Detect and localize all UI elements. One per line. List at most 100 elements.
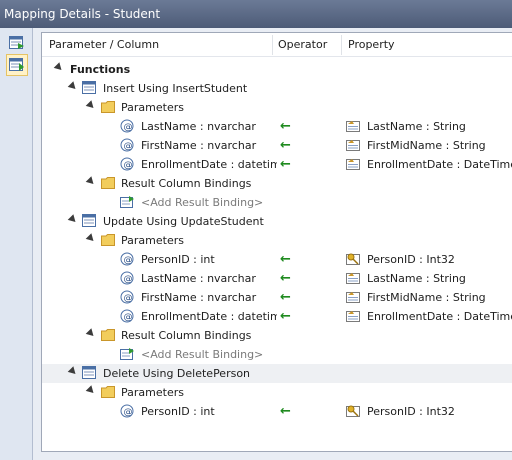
parameter-row[interactable]: @ FirstName : nvarchar ← FirstMidName : … bbox=[42, 288, 512, 307]
collapse-icon[interactable] bbox=[53, 62, 65, 73]
parameter-row[interactable]: @ FirstName : nvarchar ← FirstMidName : … bbox=[42, 136, 512, 155]
mapping-direction-arrow: ← bbox=[280, 157, 291, 172]
parameter-label: LastName : nvarchar bbox=[141, 272, 256, 285]
add-result-binding-placeholder[interactable]: <Add Result Binding> bbox=[141, 193, 263, 212]
parameter-icon: @ bbox=[120, 271, 134, 285]
parameter-label: EnrollmentDate : datetime bbox=[141, 158, 277, 171]
key-property-icon bbox=[346, 253, 360, 265]
collapse-icon[interactable] bbox=[67, 81, 79, 92]
function-node-update[interactable]: Update Using UpdateStudent bbox=[42, 212, 512, 231]
node-label: Update Using UpdateStudent bbox=[103, 215, 264, 228]
folder-icon bbox=[101, 386, 115, 398]
map-entity-to-tables-button[interactable] bbox=[6, 32, 28, 54]
parameter-row[interactable]: @ EnrollmentDate : datetime ← Enrollment… bbox=[42, 307, 512, 326]
property-label[interactable]: FirstMidName : String bbox=[367, 136, 486, 155]
parameter-icon: @ bbox=[120, 290, 134, 304]
result-bindings-node[interactable]: Result Column Bindings bbox=[42, 326, 512, 345]
mapping-direction-arrow: ← bbox=[280, 404, 291, 419]
property-icon bbox=[346, 273, 360, 284]
mapping-direction-arrow: ← bbox=[280, 271, 291, 286]
parameters-node[interactable]: Parameters bbox=[42, 231, 512, 250]
svg-text:@: @ bbox=[124, 123, 133, 133]
parameter-icon: @ bbox=[120, 404, 134, 418]
parameter-icon: @ bbox=[120, 309, 134, 323]
add-result-binding-row[interactable]: <Add Result Binding> bbox=[42, 345, 512, 364]
map-entity-to-functions-button[interactable] bbox=[6, 54, 28, 76]
collapse-icon[interactable] bbox=[85, 233, 97, 244]
column-header-parameter[interactable]: Parameter / Column bbox=[49, 33, 159, 57]
add-result-binding-row[interactable]: <Add Result Binding> bbox=[42, 193, 512, 212]
result-bindings-node[interactable]: Result Column Bindings bbox=[42, 174, 512, 193]
node-label: Delete Using DeletePerson bbox=[103, 367, 251, 380]
parameter-icon: @ bbox=[120, 119, 134, 133]
folder-icon bbox=[101, 329, 115, 341]
column-divider[interactable] bbox=[341, 35, 342, 55]
function-node-delete[interactable]: Delete Using DeletePerson bbox=[42, 364, 512, 383]
column-header-property[interactable]: Property bbox=[348, 33, 395, 57]
parameter-row[interactable]: @ LastName : nvarchar ← LastName : Strin… bbox=[42, 117, 512, 136]
mapping-direction-arrow: ← bbox=[280, 290, 291, 305]
mapping-direction-arrow: ← bbox=[280, 309, 291, 324]
parameter-row[interactable]: @ EnrollmentDate : datetime ← Enrollment… bbox=[42, 155, 512, 174]
node-label: Functions bbox=[70, 63, 131, 76]
collapse-icon[interactable] bbox=[85, 328, 97, 339]
column-header-operator[interactable]: Operator bbox=[278, 33, 327, 57]
collapse-icon[interactable] bbox=[85, 385, 97, 396]
svg-text:@: @ bbox=[124, 142, 133, 152]
property-icon bbox=[346, 311, 360, 322]
parameters-node[interactable]: Parameters bbox=[42, 98, 512, 117]
collapse-icon[interactable] bbox=[67, 214, 79, 225]
svg-text:@: @ bbox=[124, 313, 133, 323]
folder-icon bbox=[101, 234, 115, 246]
property-label[interactable]: LastName : String bbox=[367, 269, 466, 288]
collapse-icon[interactable] bbox=[85, 176, 97, 187]
map-entity-to-tables-icon bbox=[9, 36, 24, 49]
node-label: Parameters bbox=[121, 234, 184, 247]
parameter-label: LastName : nvarchar bbox=[141, 120, 256, 133]
svg-text:@: @ bbox=[124, 275, 133, 285]
parameter-row[interactable]: @ PersonID : int ← PersonID : Int32 bbox=[42, 402, 512, 421]
tree-node-functions[interactable]: Functions bbox=[42, 60, 512, 79]
mapping-direction-arrow: ← bbox=[280, 138, 291, 153]
node-label: Parameters bbox=[121, 101, 184, 114]
parameter-label: FirstName : nvarchar bbox=[141, 139, 257, 152]
parameter-row[interactable]: @ LastName : nvarchar ← LastName : Strin… bbox=[42, 269, 512, 288]
property-label[interactable]: LastName : String bbox=[367, 117, 466, 136]
property-label[interactable]: FirstMidName : String bbox=[367, 288, 486, 307]
add-result-binding-placeholder[interactable]: <Add Result Binding> bbox=[141, 345, 263, 364]
mapping-direction-arrow: ← bbox=[280, 252, 291, 267]
parameter-label: FirstName : nvarchar bbox=[141, 291, 257, 304]
property-icon bbox=[346, 159, 360, 170]
function-icon bbox=[82, 81, 96, 94]
column-divider[interactable] bbox=[272, 35, 273, 55]
parameter-row[interactable]: @ PersonID : int ← PersonID : Int32 bbox=[42, 250, 512, 269]
parameters-node[interactable]: Parameters bbox=[42, 383, 512, 402]
collapse-icon[interactable] bbox=[85, 100, 97, 111]
parameter-icon: @ bbox=[120, 252, 134, 266]
view-toolbar bbox=[0, 28, 33, 460]
grid-header: Parameter / Column Operator Property bbox=[42, 33, 512, 57]
mapping-details-window: Mapping Details - Student Parameter / Co… bbox=[0, 0, 512, 460]
property-icon bbox=[346, 292, 360, 303]
property-label[interactable]: PersonID : Int32 bbox=[367, 402, 455, 421]
parameter-icon: @ bbox=[120, 157, 134, 171]
svg-text:@: @ bbox=[124, 256, 133, 266]
property-label[interactable]: EnrollmentDate : DateTime bbox=[367, 307, 512, 326]
node-label: Insert Using InsertStudent bbox=[103, 82, 248, 95]
function-node-insert[interactable]: Insert Using InsertStudent bbox=[42, 79, 512, 98]
function-icon bbox=[82, 366, 96, 379]
add-binding-icon bbox=[120, 196, 134, 208]
parameter-label: EnrollmentDate : datetime bbox=[141, 310, 277, 323]
mapping-direction-arrow: ← bbox=[280, 119, 291, 134]
parameter-label: PersonID : int bbox=[141, 405, 215, 418]
property-label[interactable]: PersonID : Int32 bbox=[367, 250, 455, 269]
svg-text:@: @ bbox=[124, 161, 133, 171]
svg-text:@: @ bbox=[124, 408, 133, 418]
folder-icon bbox=[101, 177, 115, 189]
window-title: Mapping Details - Student bbox=[0, 0, 512, 28]
add-binding-icon bbox=[120, 348, 134, 360]
property-label[interactable]: EnrollmentDate : DateTime bbox=[367, 155, 512, 174]
key-property-icon bbox=[346, 405, 360, 417]
collapse-icon[interactable] bbox=[67, 366, 79, 377]
folder-icon bbox=[101, 101, 115, 113]
